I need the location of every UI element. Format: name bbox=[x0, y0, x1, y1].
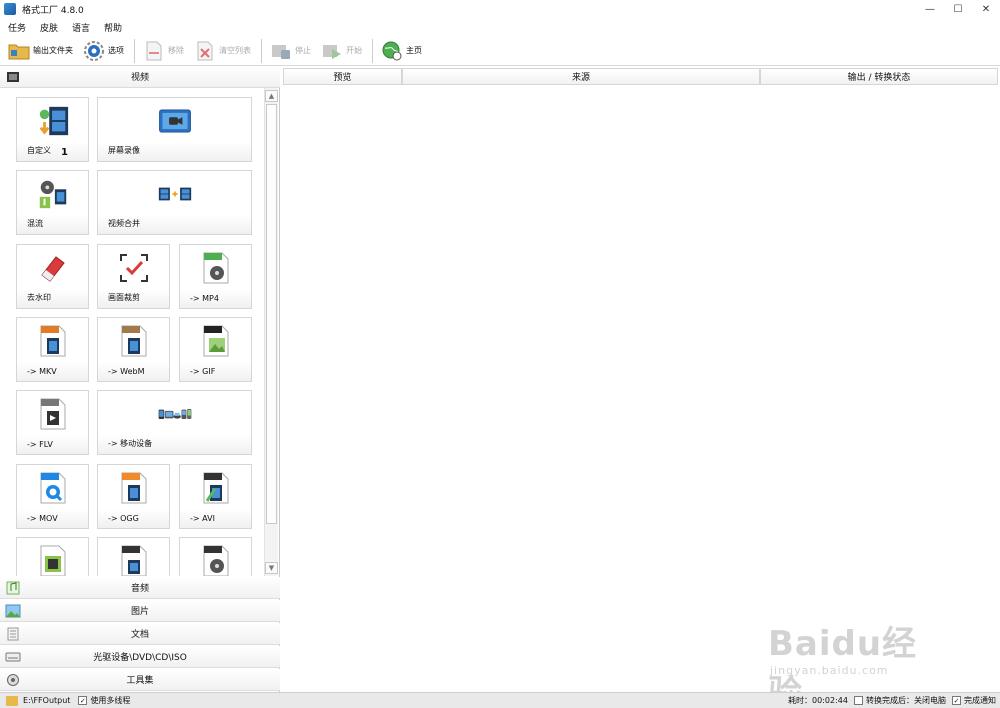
folder-icon bbox=[8, 40, 30, 62]
category-video[interactable]: 视频 bbox=[0, 66, 280, 88]
remove-button[interactable]: 移除 bbox=[143, 38, 184, 64]
tile-merge[interactable]: 视频合并 bbox=[97, 170, 252, 235]
start-button[interactable]: 开始 bbox=[321, 38, 362, 64]
avi-file-icon bbox=[199, 471, 233, 505]
tile-mobile[interactable]: -> 移动设备 bbox=[97, 390, 252, 455]
category-panel: 视频 自定义 1 屏幕录像 混流 视频合并 去水印 画面裁剪 -> MP4 ->… bbox=[0, 66, 280, 692]
elapsed-time: 耗时：00:02:44 bbox=[788, 696, 848, 705]
scroll-down-arrow-icon[interactable]: ▼ bbox=[265, 562, 278, 574]
tile-custom[interactable]: 自定义 1 bbox=[16, 97, 89, 162]
window-controls: — ☐ ✕ bbox=[916, 0, 1000, 18]
scroll-thumb[interactable] bbox=[266, 104, 277, 524]
clear-list-button[interactable]: 清空列表 bbox=[194, 38, 251, 64]
video-tools-grid: 自定义 1 屏幕录像 混流 视频合并 去水印 画面裁剪 -> MP4 -> MK… bbox=[0, 88, 264, 576]
toolbar: 输出文件夹 选项 移除 清空列表 停止 开始 主页 bbox=[0, 36, 1000, 66]
tile-mpeg[interactable] bbox=[179, 537, 252, 576]
home-button[interactable]: 主页 bbox=[381, 38, 422, 64]
webm-file-icon bbox=[117, 324, 151, 358]
menu-task[interactable]: 任务 bbox=[8, 21, 26, 34]
tile-mov[interactable]: -> MOV bbox=[16, 464, 89, 529]
category-image[interactable]: 图片 bbox=[0, 600, 280, 622]
eraser-icon bbox=[36, 251, 70, 285]
custom-icon bbox=[36, 104, 70, 138]
close-button[interactable]: ✕ bbox=[972, 0, 1000, 18]
scroll-up-arrow-icon[interactable]: ▲ bbox=[265, 90, 278, 102]
notify-checkbox[interactable]: ✓ bbox=[952, 696, 961, 705]
remove-icon bbox=[143, 40, 165, 62]
image-icon bbox=[5, 603, 21, 619]
tile-ogg[interactable]: -> OGG bbox=[97, 464, 170, 529]
status-bar: E:\FFOutput ✓ 使用多线程 耗时：00:02:44 转换完成后：关闭… bbox=[0, 692, 1000, 708]
film-icon bbox=[5, 69, 21, 85]
start-icon bbox=[321, 40, 343, 62]
window-title: 格式工厂 4.8.0 bbox=[22, 5, 84, 16]
options-icon bbox=[83, 40, 105, 62]
tile-screen-record[interactable]: 屏幕录像 bbox=[97, 97, 252, 162]
screen-record-icon bbox=[158, 104, 192, 138]
music-note-icon bbox=[5, 580, 21, 596]
title-bar: 格式工厂 4.8.0 — ☐ ✕ bbox=[0, 0, 1000, 18]
mobile-devices-icon bbox=[158, 397, 192, 431]
category-document[interactable]: 文档 bbox=[0, 623, 280, 645]
after-convert-checkbox[interactable] bbox=[854, 696, 863, 705]
stop-icon bbox=[270, 40, 292, 62]
menu-help[interactable]: 帮助 bbox=[104, 21, 122, 34]
column-source[interactable]: 来源 bbox=[402, 68, 760, 85]
maximize-button[interactable]: ☐ bbox=[944, 0, 972, 18]
notify-label: 完成通知 bbox=[964, 696, 996, 705]
mkv-file-icon bbox=[36, 324, 70, 358]
crop-icon bbox=[117, 251, 151, 285]
category-audio[interactable]: 音频 bbox=[0, 577, 280, 599]
toolbar-separator bbox=[372, 38, 373, 63]
baidu-watermark: Baidu经验 jingyan.baidu.com bbox=[768, 624, 918, 708]
minimize-button[interactable]: — bbox=[916, 0, 944, 18]
home-globe-icon bbox=[381, 40, 403, 62]
tile-wmv[interactable] bbox=[97, 537, 170, 576]
stop-button[interactable]: 停止 bbox=[270, 38, 311, 64]
category-tools[interactable]: 工具集 bbox=[0, 669, 280, 691]
column-output-status[interactable]: 输出 / 转换状态 bbox=[760, 68, 998, 85]
tile-mp4[interactable]: -> MP4 bbox=[179, 244, 252, 309]
mpeg-file-icon bbox=[199, 544, 233, 576]
mov-file-icon bbox=[36, 471, 70, 505]
toolbox-icon bbox=[5, 672, 21, 688]
ogg-file-icon bbox=[117, 471, 151, 505]
disc-drive-icon bbox=[5, 649, 21, 665]
menu-skin[interactable]: 皮肤 bbox=[40, 21, 58, 34]
tools-scrollbar[interactable]: ▲ ▼ bbox=[264, 88, 278, 576]
tile-3gp[interactable] bbox=[16, 537, 89, 576]
toolbar-separator bbox=[261, 38, 262, 63]
after-convert-label: 转换完成后：关闭电脑 bbox=[866, 696, 946, 705]
toolbar-separator bbox=[134, 38, 135, 63]
3gp-file-icon bbox=[36, 544, 70, 576]
tile-crop[interactable]: 画面裁剪 bbox=[97, 244, 170, 309]
tile-gif[interactable]: -> GIF bbox=[179, 317, 252, 382]
mp4-file-icon bbox=[199, 251, 233, 285]
column-preview[interactable]: 预览 bbox=[283, 68, 402, 85]
category-disc[interactable]: 光驱设备\DVD\CD\ISO bbox=[0, 646, 280, 668]
tile-mkv[interactable]: -> MKV bbox=[16, 317, 89, 382]
app-icon bbox=[4, 3, 16, 15]
custom-count-badge: 1 bbox=[61, 147, 68, 158]
multithread-label: 使用多线程 bbox=[90, 696, 131, 705]
gif-file-icon bbox=[199, 324, 233, 358]
document-icon bbox=[5, 626, 21, 642]
tile-avi[interactable]: -> AVI bbox=[179, 464, 252, 529]
output-folder-button[interactable]: 输出文件夹 bbox=[8, 38, 73, 64]
output-path[interactable]: E:\FFOutput bbox=[23, 696, 70, 705]
output-folder-icon[interactable] bbox=[6, 695, 18, 706]
options-button[interactable]: 选项 bbox=[83, 38, 124, 64]
tile-flv[interactable]: -> FLV bbox=[16, 390, 89, 455]
tile-mix[interactable]: 混流 bbox=[16, 170, 89, 235]
mix-icon bbox=[36, 177, 70, 211]
tile-watermark-remove[interactable]: 去水印 bbox=[16, 244, 89, 309]
flv-file-icon bbox=[36, 397, 70, 431]
multithread-checkbox[interactable]: ✓ bbox=[78, 696, 88, 705]
wmv-file-icon bbox=[117, 544, 151, 576]
menu-bar: 任务 皮肤 语言 帮助 bbox=[0, 18, 1000, 36]
clear-icon bbox=[194, 40, 216, 62]
merge-icon bbox=[158, 177, 192, 211]
tile-webm[interactable]: -> WebM bbox=[97, 317, 170, 382]
menu-language[interactable]: 语言 bbox=[72, 21, 90, 34]
